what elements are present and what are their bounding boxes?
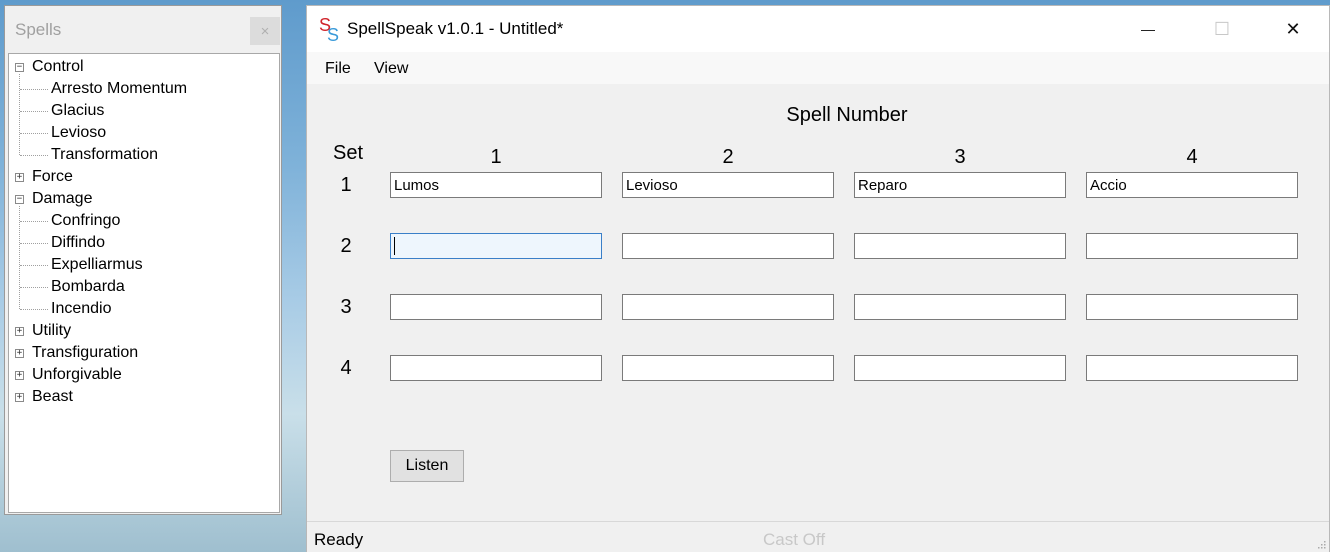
tree-connector — [20, 89, 48, 90]
spell-input-set2-slot3[interactable] — [854, 233, 1066, 259]
spell-input-set4-slot3[interactable] — [854, 355, 1066, 381]
collapse-icon[interactable]: − — [15, 195, 24, 204]
tree-item-confringo[interactable]: Confringo — [51, 210, 120, 232]
column-header-1: 1 — [490, 146, 502, 168]
tree-category-control[interactable]: Control — [32, 56, 84, 78]
tree-connector — [20, 309, 48, 310]
tree-connector — [20, 243, 48, 244]
minimize-button[interactable]: — — [1125, 6, 1171, 52]
spell-input-set2-slot1[interactable] — [390, 233, 602, 259]
tree-connector — [20, 111, 48, 112]
tree-category-utility[interactable]: Utility — [32, 320, 71, 342]
tree-category-beast[interactable]: Beast — [32, 386, 73, 408]
spell-input-set4-slot1[interactable] — [390, 355, 602, 381]
spells-panel-close-button[interactable]: × — [250, 17, 280, 45]
status-text: Ready — [314, 530, 364, 549]
tree-item-incendio[interactable]: Incendio — [51, 298, 112, 320]
spell-input-set1-slot4[interactable] — [1086, 172, 1298, 198]
text-caret — [394, 237, 395, 255]
window-title: SpellSpeak v1.0.1 - Untitled* — [347, 19, 564, 38]
expand-icon[interactable]: + — [15, 173, 24, 182]
column-header-3: 3 — [954, 146, 966, 168]
tree-item-arresto-momentum[interactable]: Arresto Momentum — [51, 78, 187, 100]
maximize-icon: ☐ — [1213, 18, 1231, 39]
spell-input-set4-slot2[interactable] — [622, 355, 834, 381]
set-heading: Set — [333, 142, 364, 164]
spell-input-set3-slot3[interactable] — [854, 294, 1066, 320]
title-bar: S S SpellSpeak v1.0.1 - Untitled* — ☐ ✕ — [307, 6, 1329, 52]
spell-tree: − Control Arresto Momentum Glacius Levioso Tr… — [8, 53, 280, 513]
tree-item-glacius[interactable]: Glacius — [51, 100, 104, 122]
spells-panel-title: Spells — [15, 20, 62, 39]
svg-text:S: S — [327, 25, 339, 43]
expand-icon[interactable]: + — [15, 371, 24, 380]
spell-input-set3-slot1[interactable] — [390, 294, 602, 320]
spells-panel: Spells × − Control Arresto Momentum Glacius… — [4, 5, 282, 515]
tree-item-expelliarmus[interactable]: Expelliarmus — [51, 254, 143, 276]
spellspeak-logo-icon: S S — [319, 15, 339, 43]
spell-input-set1-slot3[interactable] — [854, 172, 1066, 198]
row-label-4: 4 — [340, 357, 352, 379]
tree-connector — [20, 287, 48, 288]
tree-category-damage[interactable]: Damage — [32, 188, 92, 210]
tree-category-force[interactable]: Force — [32, 166, 73, 188]
expand-icon[interactable]: + — [15, 349, 24, 358]
spellspeak-window: S S SpellSpeak v1.0.1 - Untitled* — ☐ ✕ … — [306, 5, 1330, 552]
column-header-2: 2 — [722, 146, 734, 168]
spell-input-set2-slot2[interactable] — [622, 233, 834, 259]
close-icon: ✕ — [1285, 18, 1301, 39]
status-bar: Ready Cast Off — [307, 521, 1329, 552]
tree-connector — [20, 155, 48, 156]
minimize-icon: — — [1141, 21, 1155, 37]
spell-input-set4-slot4[interactable] — [1086, 355, 1298, 381]
menu-file[interactable]: File — [325, 60, 351, 78]
row-label-2: 2 — [340, 235, 352, 257]
menu-bar: File View — [307, 52, 1329, 84]
resize-grip-icon[interactable] — [1316, 539, 1326, 549]
tree-connector — [19, 206, 20, 309]
collapse-icon[interactable]: − — [15, 63, 24, 72]
close-button[interactable]: ✕ — [1270, 6, 1316, 52]
tree-category-unforgivable[interactable]: Unforgivable — [32, 364, 122, 386]
spell-input-set1-slot2[interactable] — [622, 172, 834, 198]
expand-icon[interactable]: + — [15, 327, 24, 336]
tree-connector — [20, 221, 48, 222]
column-header-4: 4 — [1186, 146, 1198, 168]
listen-button[interactable]: Listen — [390, 450, 464, 482]
tree-connector — [19, 74, 20, 155]
menu-view[interactable]: View — [374, 60, 408, 78]
spell-number-heading: Spell Number — [786, 104, 908, 126]
tree-item-diffindo[interactable]: Diffindo — [51, 232, 105, 254]
spell-input-set3-slot2[interactable] — [622, 294, 834, 320]
tree-category-transfiguration[interactable]: Transfiguration — [32, 342, 138, 364]
tree-item-levioso[interactable]: Levioso — [51, 122, 106, 144]
maximize-button[interactable]: ☐ — [1199, 6, 1245, 52]
spell-input-set1-slot1[interactable] — [390, 172, 602, 198]
tree-connector — [20, 133, 48, 134]
tree-item-bombarda[interactable]: Bombarda — [51, 276, 125, 298]
spell-input-set2-slot4[interactable] — [1086, 233, 1298, 259]
tree-connector — [20, 265, 48, 266]
row-label-1: 1 — [340, 174, 352, 196]
row-label-3: 3 — [340, 296, 352, 318]
cast-status: Cast Off — [763, 530, 826, 549]
tree-item-transformation[interactable]: Transformation — [51, 144, 158, 166]
expand-icon[interactable]: + — [15, 393, 24, 402]
spell-input-set3-slot4[interactable] — [1086, 294, 1298, 320]
